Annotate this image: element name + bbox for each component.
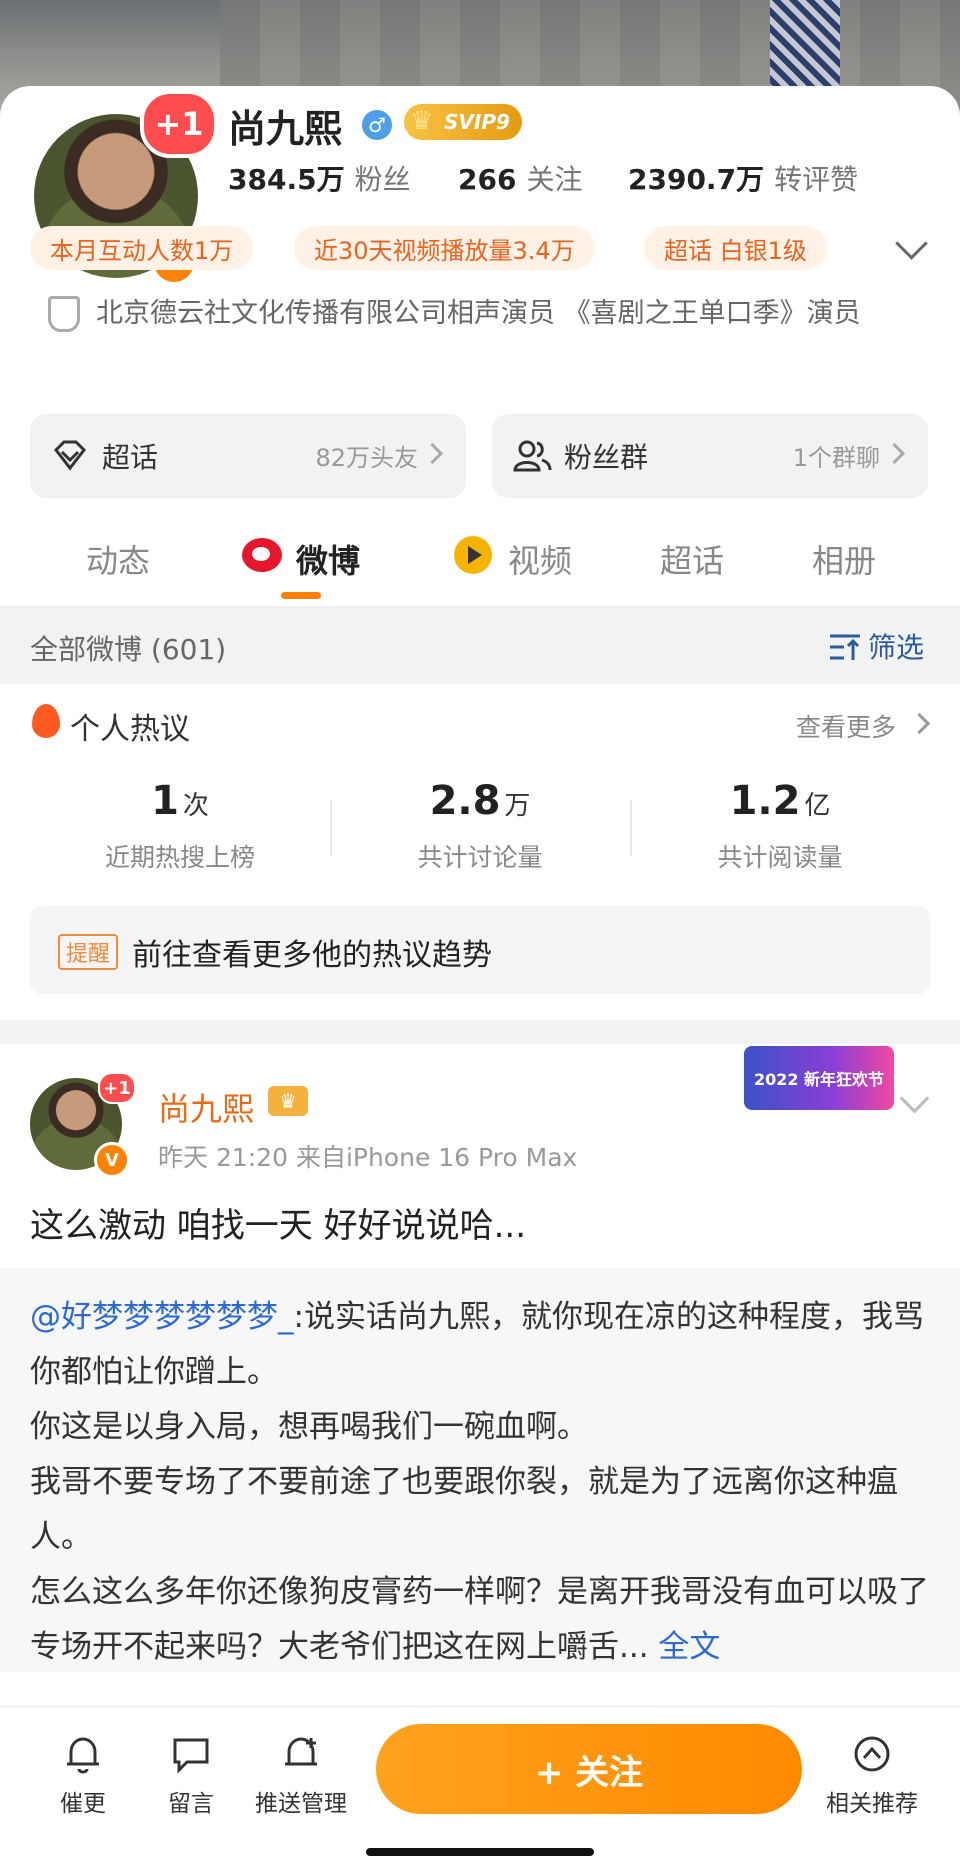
bottom-label: 留言: [168, 1791, 214, 1817]
svip-label: SVIP9: [444, 110, 510, 134]
super-topic-entry[interactable]: 超话 82万头友: [30, 414, 466, 498]
metric-unit: 次: [182, 791, 209, 821]
weibo-logo-icon: [242, 538, 282, 572]
tab-weibo[interactable]: 微博: [296, 536, 360, 582]
metric-number: 1: [151, 778, 179, 824]
post-text[interactable]: 这么激动 咱找一天 好好说说哈...: [30, 1198, 526, 1247]
tab-super-topic[interactable]: 超话: [660, 536, 724, 582]
entry-title: 粉丝群: [564, 441, 649, 474]
stat-fans[interactable]: 384.5万 粉丝: [228, 158, 411, 198]
active-tab-indicator: [281, 592, 321, 599]
message-icon: [173, 1738, 209, 1774]
reminder-tag: 提醒: [58, 934, 119, 970]
stat-label: 粉丝: [354, 163, 411, 196]
message-button[interactable]: 留言: [136, 1734, 246, 1818]
cover-person: [770, 0, 840, 100]
metric-unit: 亿: [804, 791, 831, 821]
fan-group-entry[interactable]: 粉丝群 1个群聊: [492, 414, 928, 498]
entry-title: 超话: [102, 441, 159, 474]
tag-interaction[interactable]: 本月互动人数1万: [30, 226, 254, 270]
chevron-right-icon: [421, 442, 444, 465]
quoted-post-text: @好梦梦梦梦梦梦_:说实话尚九熙，就你现在凉的这种程度，我骂你都怕让你蹭上。 你…: [30, 1290, 930, 1675]
stat-value: 2390.7万: [628, 163, 765, 196]
stat-likes[interactable]: 2390.7万 转评赞: [628, 158, 858, 198]
all-weibo-count[interactable]: 全部微博 (601): [30, 628, 226, 668]
chevron-right-icon: [883, 442, 906, 465]
male-icon: ♂: [362, 110, 392, 140]
read-full-link[interactable]: 全文: [649, 1629, 720, 1665]
metric-number: 2.8: [429, 778, 501, 824]
hot-discussion-title: 个人热议: [70, 712, 190, 747]
chevron-up-circle-icon: [854, 1736, 890, 1772]
entry-count: 1个群聊: [792, 444, 880, 472]
metric-label: 近期热搜上榜: [104, 843, 255, 872]
quote-body: :说实话尚九熙，就你现在凉的这种程度，我骂你都怕让你蹭上。 你这是以身入局，想再…: [30, 1299, 929, 1665]
reminder-text[interactable]: 前往查看更多他的热议趋势: [132, 930, 492, 974]
tag-super-topic-level[interactable]: 超话 白银1级: [644, 226, 827, 270]
fire-icon: [32, 704, 60, 738]
avatar-plus-badge[interactable]: +1: [140, 90, 218, 158]
profile-bio: 北京德云社文化传播有限公司相声演员 《喜剧之王单口季》演员: [96, 298, 861, 329]
chevron-right-icon[interactable]: [908, 712, 931, 735]
metric-number: 1.2: [729, 778, 801, 824]
bell-plus-icon: [285, 1737, 317, 1766]
bottom-label: 推送管理: [255, 1791, 347, 1817]
tag-video-plays[interactable]: 近30天视频播放量3.4万: [294, 226, 595, 270]
video-play-icon: [454, 536, 492, 574]
crown-icon: ♛: [410, 106, 434, 136]
metric-label: 共计阅读量: [717, 843, 843, 872]
stat-value: 384.5万: [228, 163, 345, 196]
verified-icon: V: [94, 1142, 130, 1178]
post-author-name[interactable]: 尚九熙: [158, 1084, 254, 1130]
group-icon: [513, 440, 552, 472]
filter-icon[interactable]: [828, 632, 862, 662]
metric-reads: 1.2 亿 共计阅读量: [630, 778, 930, 874]
filter-button[interactable]: 筛选: [868, 626, 924, 666]
metric-unit: 万: [504, 791, 531, 821]
svip-badge[interactable]: ♛ SVIP9: [404, 104, 522, 140]
stat-label: 关注: [526, 163, 583, 196]
chevron-down-icon[interactable]: [899, 1083, 930, 1114]
metric-discussions: 2.8 万 共计讨论量: [330, 778, 630, 874]
view-more-link[interactable]: 查看更多: [796, 708, 896, 744]
festival-decoration: 2022 新年狂欢节: [744, 1046, 894, 1110]
post-meta: 昨天 21:20 来自iPhone 16 Pro Max: [158, 1143, 578, 1172]
tab-activity[interactable]: 动态: [86, 536, 150, 582]
metric-hot-search: 1次 近期热搜上榜: [30, 778, 330, 874]
related-recommend-button[interactable]: 相关推荐: [812, 1734, 932, 1818]
stat-value: 266: [458, 163, 517, 196]
post-avatar-plus-badge: +1: [98, 1072, 136, 1104]
stat-following[interactable]: 266 关注: [458, 158, 582, 198]
section-divider: [0, 1020, 960, 1044]
bottom-label: 相关推荐: [826, 1791, 918, 1817]
urge-update-button[interactable]: 催更: [28, 1734, 138, 1818]
tab-album[interactable]: 相册: [812, 536, 876, 582]
profile-name: 尚九熙: [228, 107, 343, 151]
tab-video[interactable]: 视频: [508, 536, 572, 582]
diamond-icon: [54, 440, 86, 471]
stat-label: 转评赞: [774, 163, 859, 196]
metric-label: 共计讨论量: [417, 843, 543, 872]
bell-icon: [67, 1737, 99, 1774]
crown-icon: ♛: [268, 1086, 308, 1116]
entry-count: 82万头友: [315, 444, 418, 472]
mention-link[interactable]: @好梦梦梦梦梦梦_: [30, 1299, 294, 1335]
follow-button[interactable]: + 关注: [376, 1724, 802, 1814]
home-indicator[interactable]: [366, 1848, 594, 1856]
shield-icon: [48, 296, 80, 332]
bottom-label: 催更: [60, 1791, 106, 1817]
push-settings-button[interactable]: 推送管理: [246, 1734, 356, 1818]
